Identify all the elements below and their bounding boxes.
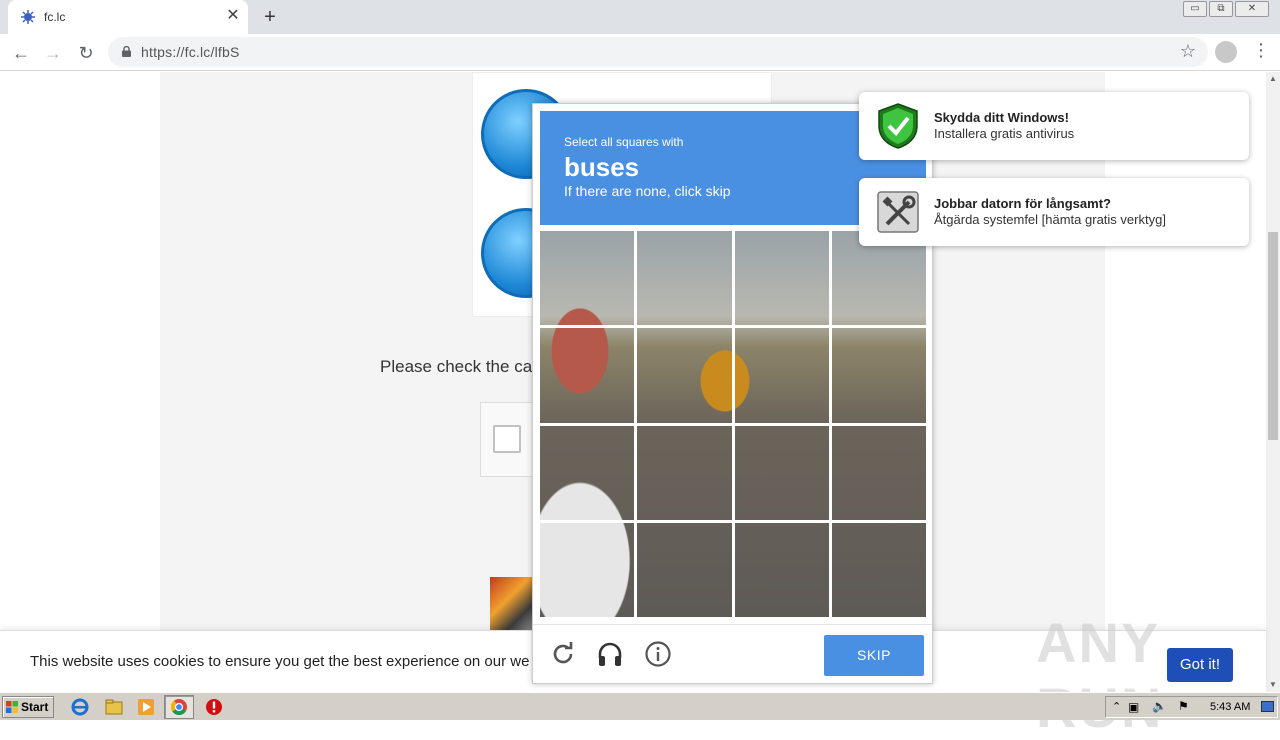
show-desktop-icon[interactable] [1261, 701, 1274, 712]
address-bar[interactable]: https://fc.lc/lfbS ☆ [108, 37, 1208, 67]
restore-button[interactable]: ⧉ [1209, 1, 1233, 17]
clock: 5:43 AM [1210, 701, 1251, 713]
info-icon[interactable] [644, 640, 672, 668]
bookmark-star-icon[interactable]: ☆ [1180, 41, 1196, 62]
media-player-icon[interactable] [137, 698, 155, 716]
instruction-text: Please check the ca [380, 357, 533, 376]
profile-avatar-icon[interactable] [1215, 41, 1237, 63]
captcha-tile-image [734, 231, 829, 326]
tools-icon [877, 191, 919, 233]
notification-body: Åtgärda systemfel [hämta gratis verktyg] [934, 212, 1166, 227]
site-favicon-icon [21, 10, 35, 24]
captcha-tile[interactable] [540, 231, 635, 326]
close-window-button[interactable]: ✕ [1235, 1, 1269, 17]
captcha-tile[interactable] [734, 231, 829, 326]
recaptcha-checkbox[interactable] [493, 425, 521, 453]
chrome-taskbar-button[interactable] [164, 695, 194, 719]
scroll-thumb[interactable] [1268, 232, 1278, 440]
start-button[interactable]: Start [2, 696, 54, 718]
captcha-tile[interactable] [637, 231, 732, 326]
captcha-tile-image [637, 425, 732, 520]
tab-close-icon[interactable]: ✕ [224, 7, 242, 25]
notification-body: Installera gratis antivirus [934, 126, 1075, 141]
windows-taskbar: Start ⌃ ▣ 🔈 ⚑ 5:43 AM [0, 692, 1280, 720]
back-icon[interactable]: ← [8, 40, 34, 66]
captcha-tile[interactable] [637, 328, 732, 423]
forward-icon[interactable]: → [40, 40, 66, 66]
captcha-tile[interactable] [831, 425, 926, 520]
captcha-tile-image [540, 328, 635, 423]
tab-bar: fc.lc ✕ + ▭ ⧉ ✕ [0, 0, 1280, 34]
skip-button[interactable]: SKIP [824, 635, 924, 676]
notification-title: Skydda ditt Windows! [934, 110, 1069, 125]
captcha-tile-image [540, 522, 635, 617]
notification-slow-pc[interactable]: Jobbar datorn för långsamt? Åtgärda syst… [859, 178, 1249, 246]
challenge-subtext: If there are none, click skip [564, 183, 731, 199]
captcha-tile[interactable] [831, 522, 926, 617]
tab-title: fc.lc [44, 10, 66, 24]
captcha-tile-image [637, 522, 732, 617]
captcha-tile[interactable] [540, 425, 635, 520]
explorer-icon[interactable] [105, 698, 123, 716]
audio-icon[interactable] [596, 640, 624, 668]
network-icon[interactable]: ▣ [1128, 700, 1139, 714]
recaptcha-widget [480, 402, 540, 477]
captcha-tile-image [540, 425, 635, 520]
captcha-tile[interactable] [540, 328, 635, 423]
captcha-tile[interactable] [637, 522, 732, 617]
reload-page-icon[interactable]: ↻ [73, 40, 99, 66]
windows-logo-icon [6, 701, 18, 713]
browser-tab[interactable]: fc.lc ✕ [8, 0, 248, 34]
captcha-tile-image [831, 425, 926, 520]
thumbnail-image [490, 577, 535, 632]
challenge-image-grid [540, 231, 926, 617]
captcha-tile-image [734, 425, 829, 520]
anyrun-watermark: ANY RUN [1036, 611, 1161, 739]
captcha-tile[interactable] [734, 328, 829, 423]
notification-antivirus[interactable]: Skydda ditt Windows! Installera gratis a… [859, 92, 1249, 160]
shield-check-icon [878, 103, 918, 149]
notification-title: Jobbar datorn för långsamt? [934, 196, 1111, 211]
volume-icon[interactable]: 🔈 [1152, 699, 1167, 713]
ie-icon[interactable] [71, 698, 89, 716]
captcha-tile[interactable] [734, 522, 829, 617]
scroll-up-icon[interactable]: ▲ [1266, 72, 1280, 86]
start-label: Start [21, 700, 49, 714]
captcha-tile[interactable] [637, 425, 732, 520]
stop-icon[interactable] [205, 698, 223, 716]
captcha-tile-image [734, 522, 829, 617]
lock-icon [122, 46, 131, 57]
browser-toolbar: ← → ↻ https://fc.lc/lfbS ☆ ⋮ [0, 34, 1280, 71]
captcha-tile-image [831, 522, 926, 617]
captcha-tile[interactable] [734, 425, 829, 520]
flag-icon[interactable]: ⚑ [1178, 699, 1189, 713]
chrome-icon [170, 699, 187, 715]
new-tab-button[interactable]: + [258, 5, 282, 29]
url-text: https://fc.lc/lfbS [141, 44, 240, 60]
minimize-button[interactable]: ▭ [1183, 1, 1207, 17]
system-tray: ⌃ ▣ 🔈 ⚑ 5:43 AM [1105, 696, 1278, 718]
challenge-footer: SKIP [533, 624, 932, 684]
page-scrollbar[interactable]: ▲ ▼ [1266, 72, 1280, 692]
captcha-tile[interactable] [831, 328, 926, 423]
captcha-tile-image [831, 328, 926, 423]
browser-menu-icon[interactable]: ⋮ [1252, 40, 1270, 61]
challenge-target: buses [564, 152, 640, 182]
captcha-tile-image [637, 231, 732, 326]
captcha-tile-image [637, 328, 732, 423]
captcha-tile[interactable] [540, 522, 635, 617]
challenge-instruction: Select all squares with [564, 135, 684, 149]
captcha-tile-image [734, 328, 829, 423]
cookie-text: This website uses cookies to ensure you … [30, 653, 530, 670]
reload-icon[interactable] [549, 640, 577, 668]
captcha-tile-image [540, 231, 635, 326]
tray-expand-icon[interactable]: ⌃ [1112, 700, 1121, 713]
